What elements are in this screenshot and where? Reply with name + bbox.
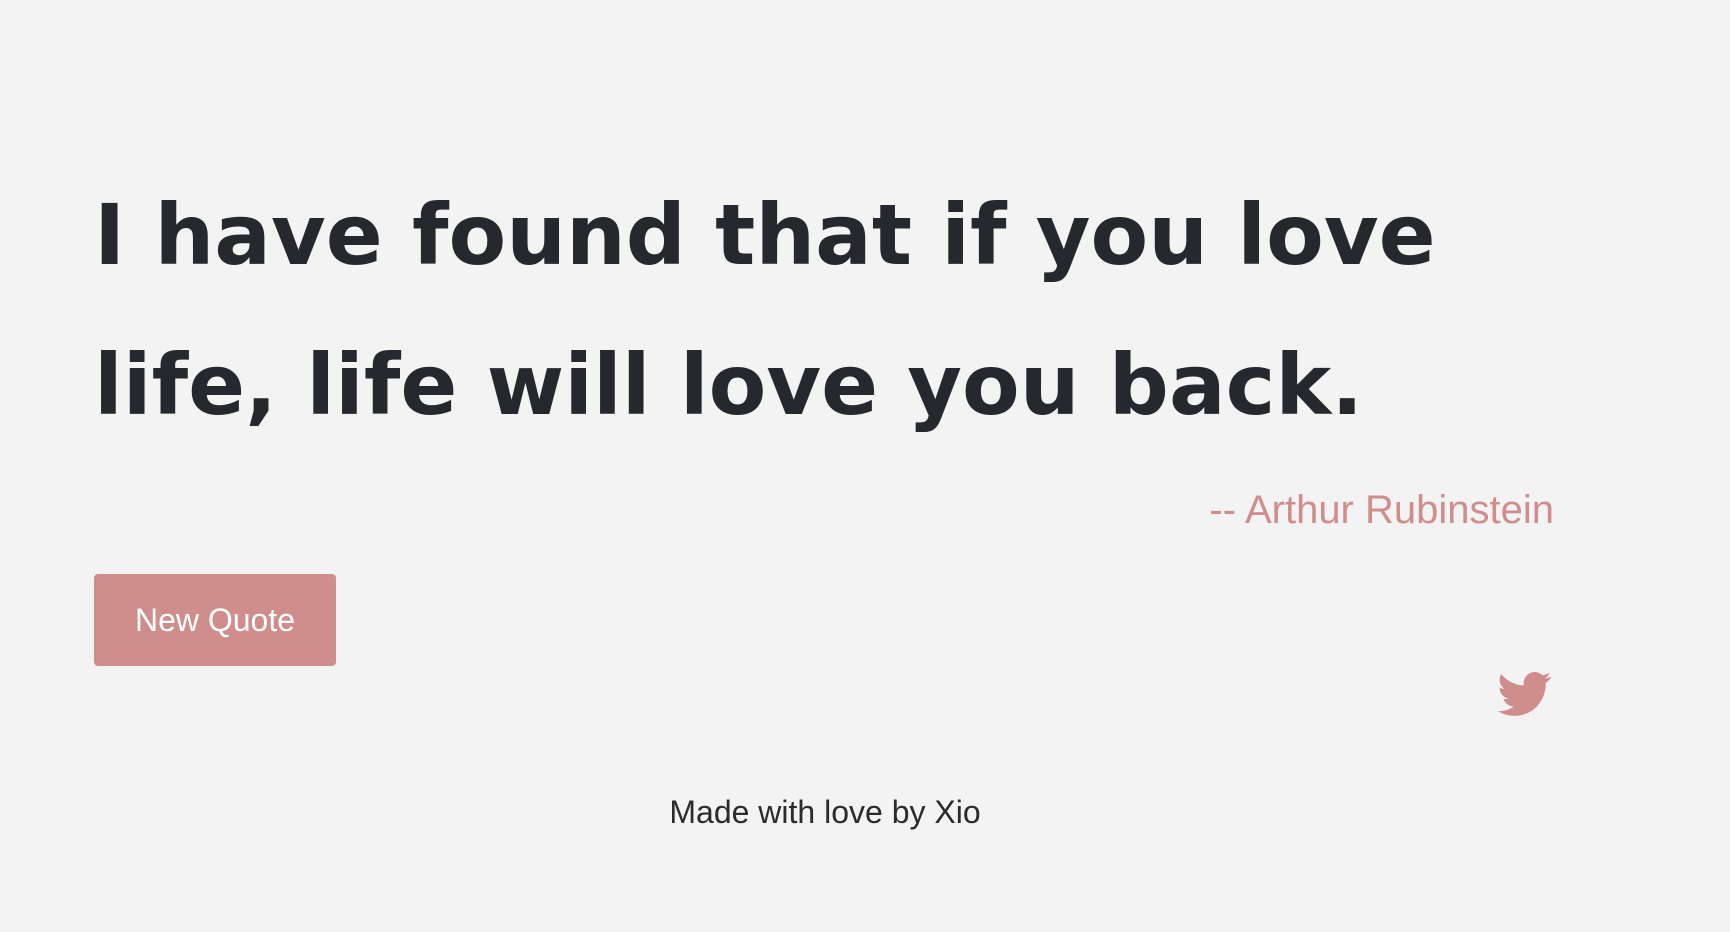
quote-author: -- Arthur Rubinstein bbox=[1209, 488, 1554, 532]
quote-text: I have found that if you love life, life… bbox=[94, 186, 1436, 434]
twitter-icon bbox=[1498, 671, 1552, 716]
footer-credit: Made with love by Xio bbox=[669, 794, 981, 830]
new-quote-button[interactable]: New Quote bbox=[94, 574, 336, 666]
quote-container: I have found that if you love life, life… bbox=[94, 160, 1554, 460]
tweet-quote-link[interactable] bbox=[1498, 670, 1552, 718]
